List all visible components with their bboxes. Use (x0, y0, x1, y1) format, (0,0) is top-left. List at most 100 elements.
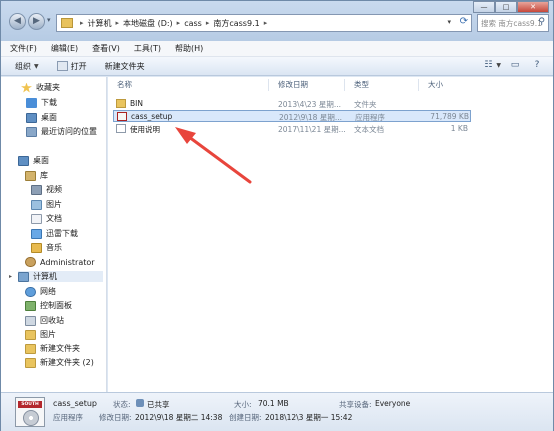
file-row-readme[interactable]: 使用说明 2017\11\21 星期... 文本文档 1 KB (113, 123, 471, 135)
breadcrumb-cass91[interactable]: 南方cass9.1 (213, 18, 259, 29)
close-button[interactable]: ✕ (517, 1, 549, 13)
thunder-icon (31, 228, 42, 239)
nav-control-panel[interactable]: 控制面板 (25, 300, 72, 311)
breadcrumb-computer[interactable]: 计算机 (88, 18, 112, 29)
address-dropdown-icon[interactable]: ▾ (447, 18, 451, 26)
menu-tools[interactable]: 工具(T) (134, 43, 161, 54)
pictures-icon (31, 199, 42, 210)
file-type: 文件夹 (354, 100, 377, 109)
file-size: 71,789 KB (430, 112, 469, 121)
chevron-right-icon: ▸ (176, 19, 181, 27)
nav-label: 新建文件夹 (2) (40, 358, 94, 367)
chevron-down-icon[interactable]: ▼ (496, 62, 501, 69)
nav-label: 迅雷下载 (46, 229, 78, 238)
nav-label: 收藏夹 (36, 83, 60, 92)
nav-favorites[interactable]: 收藏夹 (21, 82, 60, 93)
nav-label: 下载 (41, 98, 57, 107)
nav-recycle-bin[interactable]: 回收站 (25, 315, 64, 326)
column-header-type[interactable]: 类型 (354, 79, 369, 90)
nav-administrator[interactable]: Administrator (25, 257, 95, 267)
minimize-button[interactable]: — (473, 1, 495, 13)
nav-pictures[interactable]: 图片 (31, 199, 62, 210)
nav-computer[interactable]: ▸ 计算机 (9, 271, 103, 282)
recent-pages-dropdown[interactable]: ▾ (47, 16, 51, 24)
column-header-name[interactable]: 名称 (117, 79, 132, 90)
help-icon[interactable]: ? (529, 59, 545, 72)
disc-icon (23, 410, 39, 426)
nav-label: Administrator (40, 257, 95, 267)
maximize-button[interactable]: □ (495, 1, 517, 13)
details-file-type: 应用程序 (53, 413, 83, 422)
details-share-label: 共享设备: (339, 400, 372, 409)
file-modified: 2012\9\18 星期... (279, 113, 342, 122)
nav-downloads[interactable]: 下载 (26, 97, 57, 108)
breadcrumb-cass[interactable]: cass (184, 19, 202, 28)
nav-desktop[interactable]: 桌面 (18, 155, 49, 166)
column-divider[interactable] (268, 79, 269, 91)
details-modified-label: 修改日期: (99, 413, 132, 422)
explorer-window: — □ ✕ ◀ ▶ ▾ ▸ 计算机 ▸ 本地磁盘 (D:) ▸ cass ▸ 南… (0, 0, 554, 431)
menu-help[interactable]: 帮助(H) (175, 43, 203, 54)
nav-pictures-folder[interactable]: 图片 (25, 329, 56, 340)
details-size-label: 大小: (234, 400, 252, 409)
computer-icon (18, 271, 29, 282)
recycle-bin-icon (25, 315, 36, 326)
file-modified: 2017\11\21 星期... (278, 125, 346, 134)
nav-new-folder[interactable]: 新建文件夹 (25, 343, 80, 354)
details-created-label: 创建日期: (229, 413, 262, 422)
chevron-right-icon: ▸ (115, 19, 120, 27)
video-icon (31, 184, 42, 195)
nav-desktop-favorite[interactable]: 桌面 (26, 112, 57, 123)
menu-file[interactable]: 文件(F) (10, 43, 37, 54)
menu-bar: 文件(F) 编辑(E) 查看(V) 工具(T) 帮助(H) (1, 41, 553, 57)
nav-documents[interactable]: 文档 (31, 213, 62, 224)
download-icon (26, 97, 37, 108)
search-placeholder: 搜索 南方cass9.1 (481, 19, 542, 28)
menu-edit[interactable]: 编辑(E) (51, 43, 78, 54)
expand-arrow-icon[interactable]: ▸ (9, 273, 12, 280)
change-view-icon[interactable]: ☷ (480, 59, 496, 72)
nav-videos[interactable]: 视频 (31, 184, 62, 195)
nav-music[interactable]: 音乐 (31, 242, 62, 253)
column-header-size[interactable]: 大小 (428, 79, 443, 90)
column-divider[interactable] (344, 79, 345, 91)
menu-view[interactable]: 查看(V) (92, 43, 120, 54)
new-folder-button[interactable]: 新建文件夹 (105, 61, 145, 72)
refresh-icon[interactable]: ⟳ (460, 16, 468, 27)
search-input[interactable]: 搜索 南方cass9.1 ⚲ (477, 14, 549, 32)
nav-thunder-downloads[interactable]: 迅雷下载 (31, 228, 78, 239)
logo-label: SOUTH (18, 401, 42, 408)
details-state-label: 状态: (113, 400, 131, 409)
column-divider[interactable] (418, 79, 419, 91)
address-bar[interactable]: ▸ 计算机 ▸ 本地磁盘 (D:) ▸ cass ▸ 南方cass9.1 ▸ ▾… (56, 14, 472, 32)
nav-new-folder-2[interactable]: 新建文件夹 (2) (25, 357, 94, 368)
view-controls: ☷ ▼ ▭ ? (474, 59, 545, 72)
file-row-cass-setup[interactable]: cass_setup 2012\9\18 星期... 应用程序 71,789 K… (113, 110, 471, 122)
documents-icon (31, 213, 42, 224)
open-label: 打开 (70, 61, 87, 71)
chevron-right-icon: ▸ (263, 19, 268, 27)
search-icon[interactable]: ⚲ (538, 17, 545, 27)
preview-pane-icon[interactable]: ▭ (507, 59, 523, 72)
nav-label: 回收站 (40, 316, 64, 325)
back-button[interactable]: ◀ (9, 13, 26, 30)
nav-label: 桌面 (41, 113, 57, 122)
nav-recent-places[interactable]: 最近访问的位置 (26, 126, 97, 137)
column-header-modified[interactable]: 修改日期 (278, 79, 308, 90)
navigation-pane: 收藏夹 下载 桌面 最近访问的位置 桌面 库 视频 图片 文档 迅雷下载 音乐 … (1, 77, 107, 392)
organize-button[interactable]: 组织 ▼ (15, 61, 39, 72)
forward-button[interactable]: ▶ (28, 13, 45, 30)
nav-label: 桌面 (33, 156, 49, 165)
file-size: 1 KB (450, 124, 468, 133)
nav-network[interactable]: 网络 (25, 286, 56, 297)
star-icon (21, 82, 32, 93)
file-row-bin[interactable]: BIN 2013\4\23 星期... 文件夹 (113, 98, 471, 110)
file-list: 名称 修改日期 类型 大小 BIN 2013\4\23 星期... 文件夹 ca… (108, 77, 553, 392)
details-size-value: 70.1 MB (258, 399, 289, 408)
breadcrumb: ▸ 计算机 ▸ 本地磁盘 (D:) ▸ cass ▸ 南方cass9.1 ▸ (76, 18, 271, 29)
folder-icon (116, 99, 126, 108)
new-folder-label: 新建文件夹 (104, 61, 145, 71)
nav-libraries[interactable]: 库 (25, 170, 48, 181)
breadcrumb-drive-d[interactable]: 本地磁盘 (D:) (123, 18, 173, 29)
open-button[interactable]: 打开 (56, 61, 87, 72)
